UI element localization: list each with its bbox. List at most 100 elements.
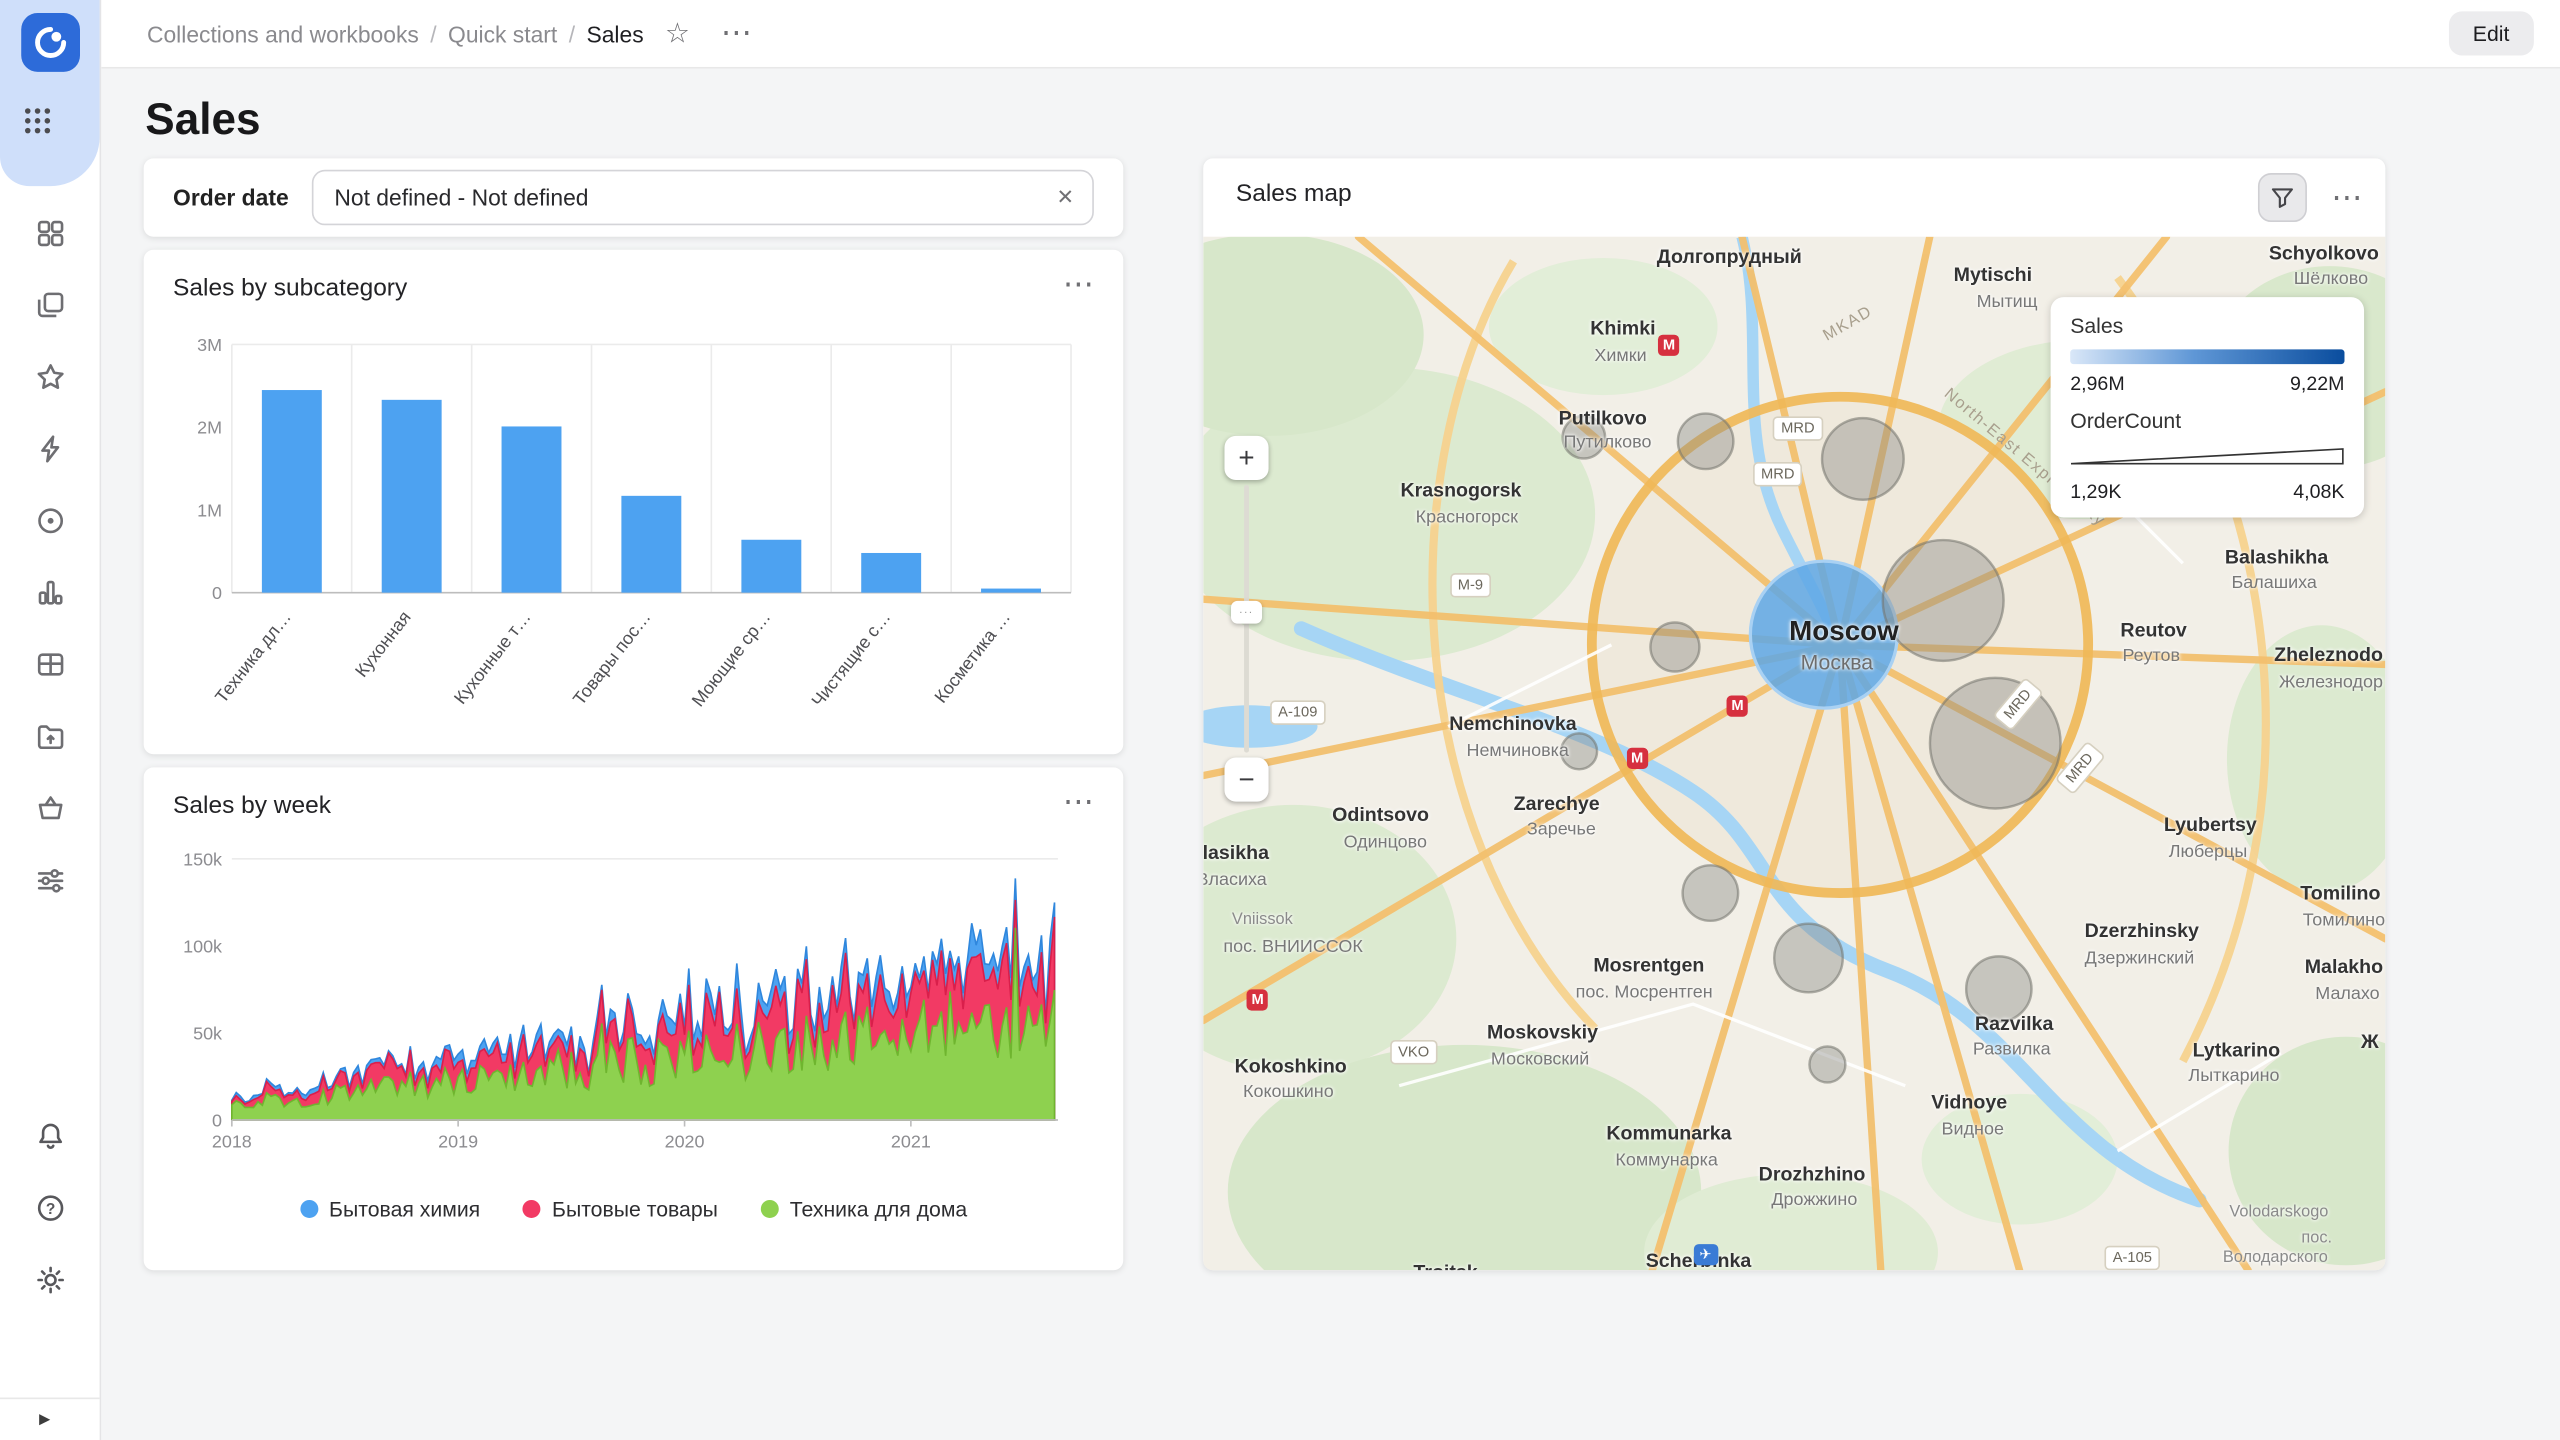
ordercount-min-value: 1,29K: [2070, 480, 2121, 503]
zoom-in-button[interactable]: +: [1224, 436, 1268, 480]
topbar: Collections and workbooks / Quick start …: [101, 0, 2560, 69]
sidebar-item-services[interactable]: [21, 491, 80, 550]
bar[interactable]: [861, 553, 921, 593]
subcategory-chart: 01M2M3MТехника дл…КухоннаяКухонные т…Тов…: [163, 322, 1103, 743]
map-bubble[interactable]: [1966, 956, 2031, 1021]
category-label: Чистящие с…: [808, 607, 895, 710]
category-label: Кухонные т…: [450, 607, 535, 708]
legend-dot: [523, 1200, 541, 1218]
map-bubble[interactable]: [1809, 1047, 1845, 1083]
map-canvas[interactable]: ДолгопрудныйMytischiМытищSchyolkovoШёлко…: [1203, 237, 2385, 1270]
sidebar-item-folder-upload[interactable]: [21, 707, 80, 766]
sidebar: ? ▶: [0, 0, 101, 1440]
week-chart-legend: Бытовая химия Бытовые товары Техника для д…: [144, 1197, 1124, 1221]
page-title: Sales: [145, 95, 260, 146]
topbar-more-icon[interactable]: ⋯: [721, 18, 752, 49]
map-zoom-control: + ∙∙∙ −: [1224, 436, 1268, 802]
breadcrumb-separator: /: [569, 20, 575, 46]
legend-ordercount-label: OrderCount: [2070, 408, 2344, 432]
y-tick-label: 1M: [197, 500, 222, 520]
ordercount-max-value: 4,08K: [2293, 480, 2344, 503]
zoom-out-button[interactable]: −: [1224, 758, 1268, 802]
bar[interactable]: [741, 540, 801, 593]
y-tick-label: 0: [212, 1111, 222, 1131]
sidebar-item-favorites[interactable]: [21, 348, 80, 407]
ordercount-size-ramp: [2070, 447, 2344, 465]
map-filter-button[interactable]: [2258, 173, 2307, 222]
filter-label: Order date: [173, 184, 289, 210]
category-label: Моющие ср…: [688, 607, 775, 710]
svg-text:?: ?: [46, 1201, 55, 1218]
legend-label: Техника для дома: [790, 1197, 967, 1221]
sidebar-item-collections[interactable]: [21, 204, 80, 263]
legend-label: Бытовые товары: [552, 1197, 718, 1221]
widget-title: Sales by subcategory: [173, 274, 407, 302]
notifications-bell-icon[interactable]: [21, 1107, 80, 1166]
x-tick-label: 2019: [438, 1132, 478, 1152]
sidebar-item-charts[interactable]: [21, 563, 80, 622]
sales-by-subcategory-card: Sales by subcategory ⋯ 01M2M3MТехника дл…: [144, 250, 1124, 754]
breadcrumb-quick-start[interactable]: Quick start: [448, 20, 557, 46]
app-window: ? ▶ Collections and workbooks / Quick st…: [0, 0, 2560, 1440]
legend-item[interactable]: Техника для дома: [760, 1197, 967, 1221]
week-chart: 050k100k150k2018201920202021: [163, 839, 1103, 1195]
zoom-slider-handle[interactable]: ∙∙∙: [1231, 601, 1262, 624]
x-tick-label: 2020: [665, 1132, 705, 1152]
bar[interactable]: [981, 589, 1041, 593]
date-range-input-wrap[interactable]: ✕: [312, 170, 1094, 226]
sidebar-item-workbooks[interactable]: [21, 276, 80, 335]
map-bubble[interactable]: [1650, 623, 1699, 672]
favorite-star-icon[interactable]: ☆: [665, 20, 690, 48]
map-bubble[interactable]: [1678, 414, 1734, 470]
collapse-arrow-icon: ▶: [39, 1411, 50, 1429]
bar[interactable]: [262, 390, 322, 593]
map-legend: Sales 2,96M 9,22M OrderCount 1,29K 4,08K: [2051, 297, 2364, 517]
sidebar-item-datasets[interactable]: [21, 635, 80, 694]
category-label: Товары пос…: [569, 607, 655, 709]
category-label: Косметика …: [930, 607, 1014, 706]
sidebar-collapse-button[interactable]: ▶: [0, 1398, 100, 1440]
bar[interactable]: [382, 400, 442, 593]
funnel-icon: [2269, 184, 2295, 210]
sidebar-item-connections[interactable]: [21, 420, 80, 479]
date-range-input[interactable]: [331, 183, 1043, 212]
legend-dot: [760, 1200, 778, 1218]
sales-max-value: 9,22M: [2290, 372, 2344, 395]
map-bubble[interactable]: [1683, 865, 1739, 921]
map-bubble[interactable]: [1774, 924, 1843, 993]
breadcrumb-current: Sales: [586, 20, 643, 46]
legend-item[interactable]: Бытовые товары: [523, 1197, 718, 1221]
bar[interactable]: [502, 426, 562, 592]
y-tick-label: 0: [212, 583, 222, 603]
map-bubble[interactable]: [1930, 678, 2061, 809]
breadcrumb-separator: /: [430, 20, 436, 46]
sales-by-week-card: Sales by week ⋯ 050k100k150k201820192020…: [144, 767, 1124, 1270]
sales-min-value: 2,96M: [2070, 372, 2124, 395]
sidebar-item-marketplace[interactable]: [21, 779, 80, 838]
y-tick-label: 150k: [183, 849, 222, 869]
map-bubble[interactable]: [1883, 540, 2004, 661]
map-bubble-primary[interactable]: [1750, 561, 1897, 708]
widget-menu-icon[interactable]: ⋯: [1063, 269, 1094, 300]
breadcrumb-collections[interactable]: Collections and workbooks: [147, 20, 419, 46]
widget-title: Sales map: [1236, 180, 1352, 208]
help-icon[interactable]: ?: [21, 1179, 80, 1238]
map-bubble[interactable]: [1563, 416, 1605, 458]
clear-filter-icon[interactable]: ✕: [1043, 184, 1074, 210]
y-tick-label: 3M: [197, 335, 222, 355]
settings-gear-icon[interactable]: [21, 1251, 80, 1310]
map-bubble[interactable]: [1822, 418, 1904, 500]
apps-grid-icon[interactable]: [21, 104, 54, 137]
bar[interactable]: [621, 496, 681, 593]
widget-menu-icon[interactable]: ⋯: [2331, 182, 2362, 213]
y-tick-label: 2M: [197, 418, 222, 438]
legend-item[interactable]: Бытовая химия: [300, 1197, 481, 1221]
widget-menu-icon[interactable]: ⋯: [1063, 787, 1094, 818]
order-date-filter-card: Order date ✕: [144, 158, 1124, 236]
y-tick-label: 100k: [183, 936, 222, 956]
datalens-logo[interactable]: [21, 13, 80, 72]
edit-button[interactable]: Edit: [2448, 11, 2534, 55]
sidebar-item-params[interactable]: [21, 851, 80, 910]
map-bubble[interactable]: [1561, 733, 1597, 769]
sales-gradient-bar: [2070, 349, 2344, 364]
